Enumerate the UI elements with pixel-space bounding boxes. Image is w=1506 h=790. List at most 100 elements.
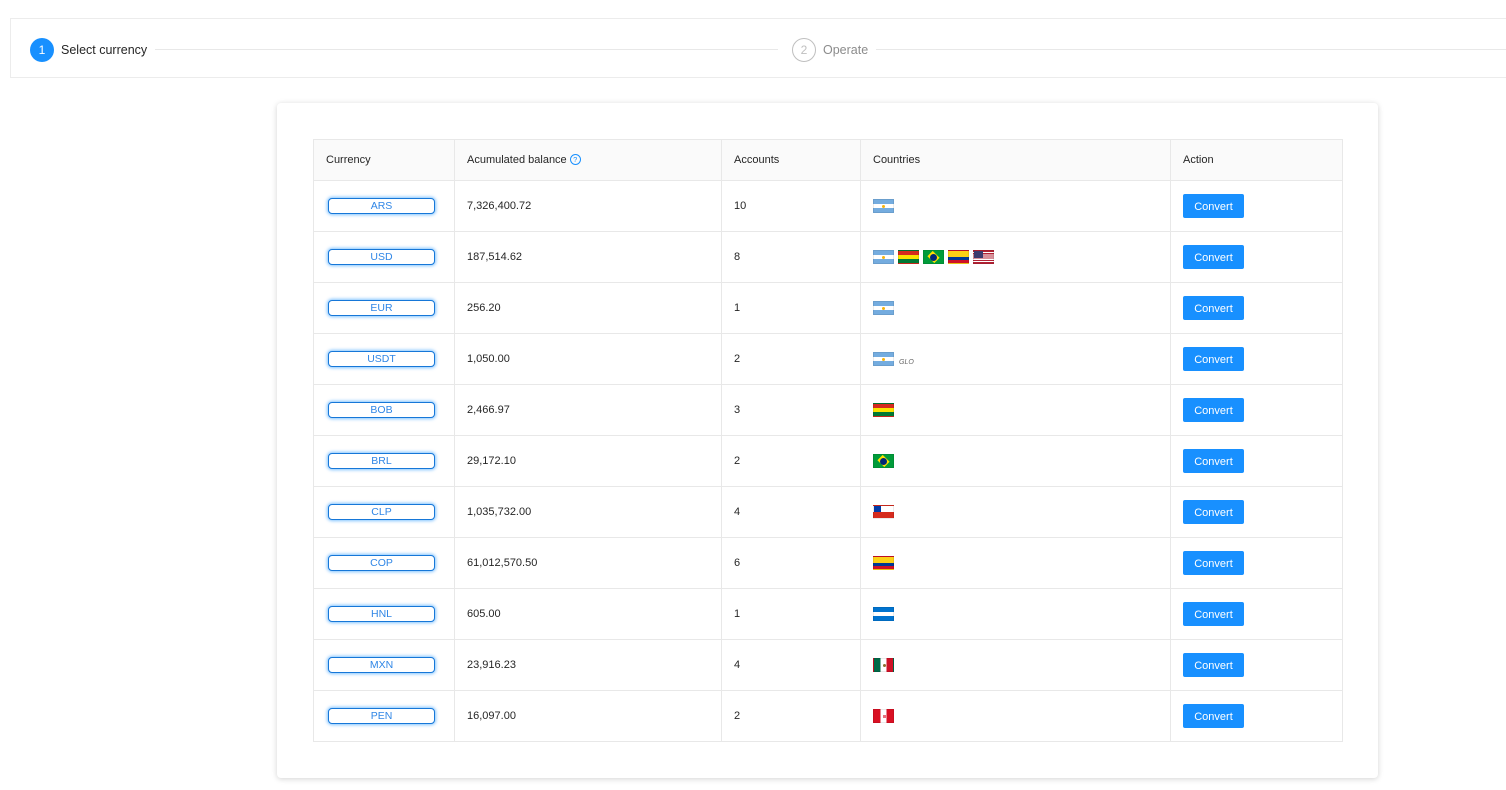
flag-ar-icon bbox=[873, 352, 894, 366]
cell-currency: USD bbox=[313, 231, 455, 283]
currency-tag[interactable]: BRL bbox=[328, 453, 435, 469]
convert-button[interactable]: Convert bbox=[1183, 704, 1244, 728]
cell-balance: 7,326,400.72 bbox=[454, 180, 722, 232]
flag-list bbox=[873, 403, 1158, 417]
currency-tag[interactable]: COP bbox=[328, 555, 435, 571]
convert-button[interactable]: Convert bbox=[1183, 653, 1244, 677]
cell-countries: GLO bbox=[860, 333, 1171, 385]
convert-button[interactable]: Convert bbox=[1183, 500, 1244, 524]
flag-list bbox=[873, 556, 1158, 570]
cell-accounts: 2 bbox=[721, 435, 861, 487]
cell-action: Convert bbox=[1170, 333, 1343, 385]
cell-countries bbox=[860, 435, 1171, 487]
cell-currency: PEN bbox=[313, 690, 455, 742]
flag-list bbox=[873, 658, 1158, 672]
table-header-row: Currency Acumulated balance? Accounts Co… bbox=[313, 139, 1343, 181]
convert-button[interactable]: Convert bbox=[1183, 296, 1244, 320]
currency-tag[interactable]: EUR bbox=[328, 300, 435, 316]
table-row: EUR 256.20 1 Convert bbox=[313, 282, 1343, 334]
cell-action: Convert bbox=[1170, 231, 1343, 283]
currency-card: Currency Acumulated balance? Accounts Co… bbox=[277, 103, 1378, 778]
convert-button[interactable]: Convert bbox=[1183, 398, 1244, 422]
cell-countries bbox=[860, 180, 1171, 232]
cell-action: Convert bbox=[1170, 537, 1343, 589]
cell-currency: CLP bbox=[313, 486, 455, 538]
table-row: HNL 605.00 1 Convert bbox=[313, 588, 1343, 640]
flag-list bbox=[873, 454, 1158, 468]
cell-balance: 16,097.00 bbox=[454, 690, 722, 742]
cell-currency: EUR bbox=[313, 282, 455, 334]
currency-tag[interactable]: USDT bbox=[328, 351, 435, 367]
currency-tag[interactable]: PEN bbox=[328, 708, 435, 724]
flag-list bbox=[873, 301, 1158, 315]
table-row: COP 61,012,570.50 6 Convert bbox=[313, 537, 1343, 589]
cell-balance: 605.00 bbox=[454, 588, 722, 640]
cell-balance: 187,514.62 bbox=[454, 231, 722, 283]
flag-list bbox=[873, 250, 1158, 264]
cell-accounts: 3 bbox=[721, 384, 861, 436]
cell-accounts: 8 bbox=[721, 231, 861, 283]
flag-list bbox=[873, 505, 1158, 519]
help-icon[interactable]: ? bbox=[569, 154, 581, 165]
table-row: USDT 1,050.00 2 GLO Convert bbox=[313, 333, 1343, 385]
flag-ar-icon bbox=[873, 301, 894, 315]
cell-accounts: 10 bbox=[721, 180, 861, 232]
flag-mx-icon bbox=[873, 658, 894, 672]
cell-balance: 2,466.97 bbox=[454, 384, 722, 436]
cell-currency: USDT bbox=[313, 333, 455, 385]
flag-br-icon bbox=[873, 454, 894, 468]
steps-bar: 1 Select currency 2 Operate bbox=[10, 18, 1506, 78]
cell-action: Convert bbox=[1170, 486, 1343, 538]
global-label: GLO bbox=[899, 359, 914, 366]
table-row: BRL 29,172.10 2 Convert bbox=[313, 435, 1343, 487]
cell-accounts: 2 bbox=[721, 333, 861, 385]
cell-currency: MXN bbox=[313, 639, 455, 691]
currency-tag[interactable]: ARS bbox=[328, 198, 435, 214]
column-header-currency: Currency bbox=[313, 139, 455, 181]
cell-countries bbox=[860, 690, 1171, 742]
currency-table: Currency Acumulated balance? Accounts Co… bbox=[313, 139, 1343, 742]
flag-cl-icon bbox=[873, 505, 894, 519]
cell-countries bbox=[860, 639, 1171, 691]
cell-currency: ARS bbox=[313, 180, 455, 232]
cell-currency: COP bbox=[313, 537, 455, 589]
cell-balance: 61,012,570.50 bbox=[454, 537, 722, 589]
currency-tag[interactable]: BOB bbox=[328, 402, 435, 418]
table-row: ARS 7,326,400.72 10 Convert bbox=[313, 180, 1343, 232]
table-row: CLP 1,035,732.00 4 Convert bbox=[313, 486, 1343, 538]
convert-button[interactable]: Convert bbox=[1183, 449, 1244, 473]
cell-action: Convert bbox=[1170, 180, 1343, 232]
step-connector bbox=[155, 49, 778, 50]
cell-countries bbox=[860, 231, 1171, 283]
currency-tag[interactable]: CLP bbox=[328, 504, 435, 520]
convert-button[interactable]: Convert bbox=[1183, 347, 1244, 371]
column-header-action: Action bbox=[1170, 139, 1343, 181]
cell-accounts: 1 bbox=[721, 588, 861, 640]
currency-tag[interactable]: USD bbox=[328, 249, 435, 265]
step-select-currency[interactable]: 1 Select currency bbox=[30, 38, 147, 62]
column-header-countries: Countries bbox=[860, 139, 1171, 181]
currency-tag[interactable]: MXN bbox=[328, 657, 435, 673]
flag-br-icon bbox=[923, 250, 944, 264]
step-operate[interactable]: 2 Operate bbox=[792, 38, 868, 62]
currency-tag[interactable]: HNL bbox=[328, 606, 435, 622]
step-number-2: 2 bbox=[792, 38, 816, 62]
cell-countries bbox=[860, 588, 1171, 640]
flag-list: GLO bbox=[873, 352, 1158, 366]
convert-button[interactable]: Convert bbox=[1183, 245, 1244, 269]
flag-hn-icon bbox=[873, 607, 894, 621]
convert-button[interactable]: Convert bbox=[1183, 194, 1244, 218]
cell-currency: BOB bbox=[313, 384, 455, 436]
convert-button[interactable]: Convert bbox=[1183, 551, 1244, 575]
cell-balance: 29,172.10 bbox=[454, 435, 722, 487]
table-row: MXN 23,916.23 4 Convert bbox=[313, 639, 1343, 691]
flag-ar-icon bbox=[873, 250, 894, 264]
column-header-accounts: Accounts bbox=[721, 139, 861, 181]
flag-bo-icon bbox=[873, 403, 894, 417]
cell-currency: BRL bbox=[313, 435, 455, 487]
convert-button[interactable]: Convert bbox=[1183, 602, 1244, 626]
cell-currency: HNL bbox=[313, 588, 455, 640]
table-row: USD 187,514.62 8 Convert bbox=[313, 231, 1343, 283]
flag-bo-icon bbox=[898, 250, 919, 264]
cell-accounts: 2 bbox=[721, 690, 861, 742]
